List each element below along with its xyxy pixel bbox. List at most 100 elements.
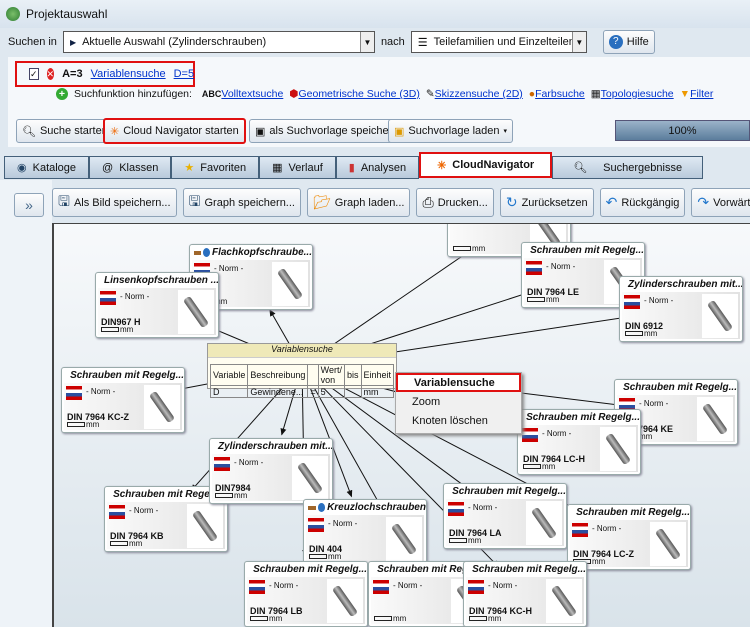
menu-item-delete-node[interactable]: Knoten löschen (396, 411, 521, 430)
screw-image (550, 584, 578, 618)
part-thumbnail (697, 397, 733, 441)
tab-analysen[interactable]: ▮ Analysen (335, 156, 420, 179)
cloud-navigator-start-button[interactable]: ✳ Cloud Navigator starten (103, 118, 246, 144)
add-icon: + (56, 88, 68, 100)
tab-label: Klassen (119, 161, 159, 174)
node-unit: mm (101, 325, 133, 334)
topology-search-link[interactable]: Topologiesuche (601, 88, 674, 100)
catalog-icon: ◉ (17, 162, 27, 174)
globe-icon (202, 248, 210, 257)
menu-item-zoom[interactable]: Zoom (396, 392, 521, 411)
tab-favoriten[interactable]: ★ Favoriten (171, 156, 260, 179)
graph-node[interactable]: Schrauben mit Regelg... - Norm - DIN 7964 … (61, 367, 185, 433)
node-norm: - Norm - (234, 458, 264, 467)
part-thumbnail (386, 517, 422, 561)
node-title: Zylinderschrauben mit... (218, 441, 332, 452)
node-norm: - Norm - (120, 292, 150, 301)
start-search-button[interactable]: 🔍︎ Suche starten (16, 119, 114, 143)
graph-node[interactable]: Kreuzlochschrauben - Norm - DIN 404 mm (303, 499, 427, 565)
graph-node[interactable]: Schrauben mit Regelg... - Norm - DIN 7964 … (463, 561, 587, 627)
add-label: Suchfunktion hinzufügen: (74, 88, 192, 100)
save-template-button[interactable]: ▣ als Suchvorlage speichern (249, 119, 405, 143)
title-bar: Projektauswahl (0, 0, 750, 28)
chevron-down-icon[interactable]: ▼ (359, 32, 374, 52)
screw-image (530, 506, 558, 540)
flags-icon (373, 580, 389, 594)
node-title-bar: Schrauben mit Regelg... (464, 562, 586, 577)
criteria-checkbox[interactable]: ✓ (29, 68, 39, 80)
graph-node[interactable]: Schrauben mit Regelg... - Norm - DIN 7964 … (517, 409, 641, 475)
menu-item-variablensuche[interactable]: Variablensuche (396, 373, 521, 392)
node-title: Flachkopfschraube... (211, 247, 312, 258)
unit-label: mm (129, 539, 143, 548)
save-image-button[interactable]: 🖫 Als Bild speichern... (52, 188, 177, 217)
filter-link[interactable]: Filter (690, 88, 713, 100)
redo-button[interactable]: ↷Vorwärts (691, 188, 750, 217)
load-template-button[interactable]: ▣ Suchvorlage laden ▾ (388, 119, 514, 143)
tab-suchergebnisse[interactable]: 🔍︎ Suchergebnisse (552, 156, 704, 179)
node-title: Schrauben mit Regelg... (576, 507, 690, 518)
save-template-label: als Suchvorlage speichern (269, 125, 399, 137)
star-icon: ★ (184, 162, 195, 174)
screw-image (296, 461, 324, 495)
unit-label: mm (488, 614, 502, 623)
chevron-down-icon[interactable]: ▼ (571, 32, 586, 52)
color-search-link[interactable]: Farbsuche (535, 88, 585, 100)
variable-search-node[interactable]: Variablensuche Variable Beschreibung Wert/… (207, 343, 397, 398)
remove-icon[interactable]: ✕ (46, 68, 55, 80)
target-select[interactable]: ☰ Teilefamilien und Einzelteilen ▼ (410, 31, 587, 53)
tab-label: Analysen (360, 161, 407, 174)
graph-node[interactable]: Schrauben mit Regelg... - Norm - DIN 7964 … (567, 504, 691, 570)
screw-image (701, 402, 729, 436)
graph-node[interactable]: Schrauben mit Regelg... - Norm - DIN 7964 … (244, 561, 368, 627)
graph-node[interactable]: Schrauben mit Regelg... - Norm - DIN 7964 … (443, 483, 567, 549)
tab-klassen[interactable]: @ Klassen (89, 156, 172, 179)
part-thumbnail (650, 522, 686, 566)
screw-image (182, 295, 210, 329)
ruler-icon (110, 541, 128, 546)
load-template-icon: ▣ (394, 125, 405, 138)
node-title-bar: Linsenkopfschrauben ... (96, 273, 218, 288)
unit-label: mm (86, 420, 100, 429)
tab-verlauf[interactable]: ▦ Verlauf (259, 156, 336, 179)
node-norm: - Norm - (644, 296, 674, 305)
ruler-icon (215, 493, 233, 498)
value-link[interactable]: D=5 (174, 68, 195, 80)
sketch-search-link[interactable]: Skizzensuche (2D) (435, 88, 523, 100)
graph-node[interactable]: Zylinderschrauben mit... - Norm - DIN7984 m… (209, 438, 333, 504)
ruler-icon (309, 554, 327, 559)
scope-value: Aktuelle Auswahl (Zylinderschrauben) (82, 36, 267, 48)
table-cell: = (307, 385, 319, 398)
load-graph-button[interactable]: 📂︎ Graph laden... (306, 188, 411, 217)
node-norm: - Norm - (546, 262, 576, 271)
node-title-bar: Schrauben mit Regelg... (518, 410, 640, 425)
column-header: Variable (209, 364, 249, 386)
node-unit: mm (527, 295, 559, 304)
button-label: Drucken... (437, 196, 488, 209)
chart-icon: ▮ (348, 162, 355, 174)
variablensuche-link[interactable]: Variablensuche (91, 68, 166, 80)
tab-cloudnavigator[interactable]: ✳ CloudNavigator (419, 152, 553, 178)
reset-button[interactable]: ↻ Zurücksetzen (499, 188, 594, 217)
graph-node[interactable]: Zylinderschrauben mit... - Norm - DIN 6912… (619, 276, 743, 342)
scope-select[interactable]: ▶ Aktuelle Auswahl (Zylinderschrauben) ▼ (62, 31, 375, 53)
wrench-icon (194, 250, 201, 255)
print-button[interactable]: ⎙ Drucken... (416, 188, 494, 217)
abc-icon: ABC (201, 89, 222, 99)
ruler-icon (374, 616, 392, 621)
expand-panel-button[interactable]: » (14, 193, 44, 217)
volltextsuche-link[interactable]: Volltextsuche (221, 88, 283, 100)
unit-label: mm (644, 329, 658, 338)
flags-icon (448, 502, 464, 516)
tab-kataloge[interactable]: ◉ Kataloge (4, 156, 90, 179)
tab-label: Verlauf (288, 161, 323, 174)
ruler-icon (523, 464, 541, 469)
help-button[interactable]: ? Hilfe (602, 30, 655, 54)
save-graph-button[interactable]: 🖫 Graph speichern... (182, 188, 301, 217)
node-title: Schrauben mit Regelg... (530, 245, 644, 256)
undo-button[interactable]: ↶ Rückgängig (599, 188, 686, 217)
table-cell: D (209, 385, 249, 398)
geometric-search-link[interactable]: Geometrische Suche (3D) (298, 88, 419, 100)
graph-node[interactable]: Linsenkopfschrauben ... - Norm - DIN967 Hm… (95, 272, 219, 338)
variable-search-title: Variablensuche (208, 344, 396, 358)
